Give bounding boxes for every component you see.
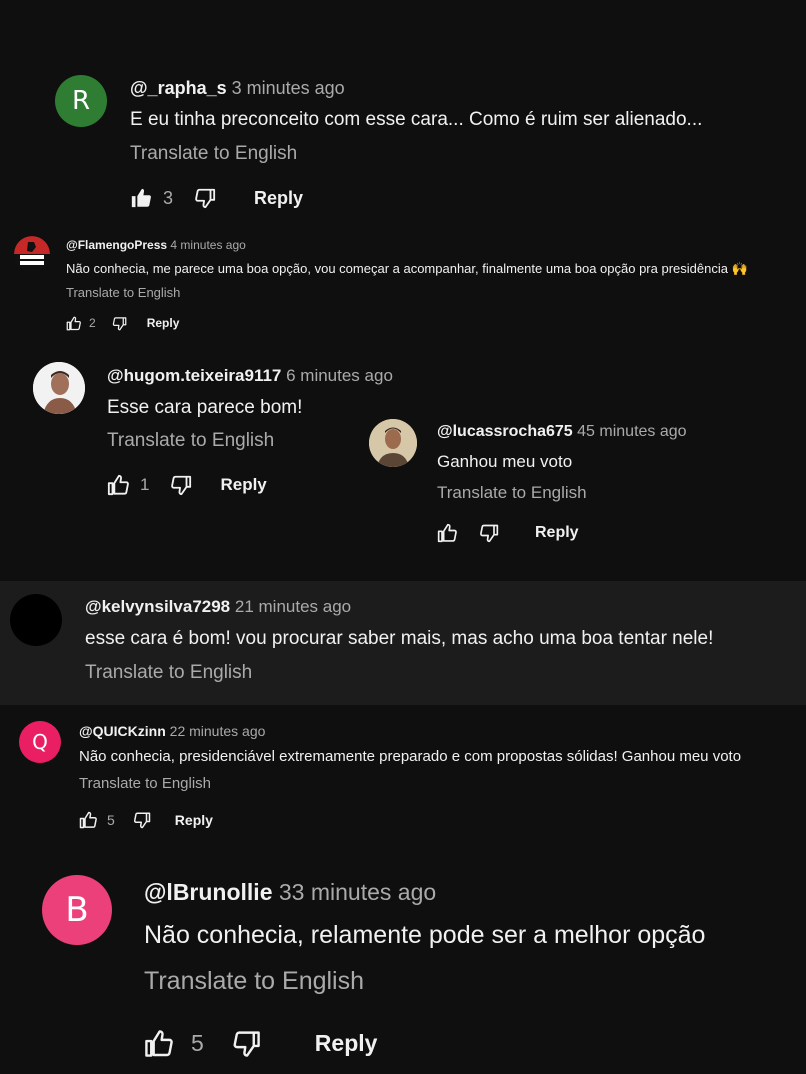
thumbs-down-icon <box>233 1030 260 1057</box>
thumbs-up-icon <box>107 474 129 496</box>
translate-link[interactable]: Translate to English <box>85 662 252 684</box>
comment-author[interactable]: @QUICKzinn <box>79 723 166 739</box>
reply-button[interactable]: Reply <box>254 188 303 209</box>
reply-button[interactable]: Reply <box>315 1030 378 1057</box>
thumbs-down-icon <box>480 524 499 543</box>
profile-photo <box>369 419 417 467</box>
comment-author[interactable]: @kelvynsilva7298 <box>85 597 230 616</box>
comment-timestamp[interactable]: 21 minutes ago <box>235 597 351 616</box>
translate-link[interactable]: Translate to English <box>144 967 364 996</box>
reply-button[interactable]: Reply <box>220 475 266 495</box>
translate-link[interactable]: Translate to English <box>130 143 297 165</box>
thumbs-down-icon <box>171 475 192 496</box>
translate-link[interactable]: Translate to English <box>79 775 211 792</box>
like-button[interactable] <box>79 811 97 829</box>
comment-text: esse cara é bom! vou procurar saber mais… <box>85 628 714 649</box>
avatar[interactable]: B <box>42 875 112 945</box>
like-count: 2 <box>89 316 96 330</box>
like-button[interactable] <box>107 474 129 496</box>
translate-link[interactable]: Translate to English <box>437 483 587 503</box>
like-button[interactable] <box>144 1029 173 1058</box>
thumbs-up-icon <box>131 188 151 208</box>
comment-text: Ganhou meu voto <box>437 452 573 471</box>
dislike-button[interactable] <box>112 316 127 331</box>
translate-link[interactable]: Translate to English <box>107 430 274 452</box>
thumbs-down-icon <box>195 188 216 209</box>
comment-timestamp[interactable]: 33 minutes ago <box>279 879 436 905</box>
dislike-button[interactable] <box>232 1029 261 1058</box>
avatar[interactable] <box>369 419 417 467</box>
like-count: 5 <box>107 811 115 828</box>
reply-button[interactable]: Reply <box>147 316 180 330</box>
comment-text: Esse cara parece bom! <box>107 397 303 418</box>
comment-text: Não conhecia, me parece uma boa opção, v… <box>66 261 748 276</box>
like-button[interactable] <box>437 523 457 543</box>
comment-timestamp[interactable]: 6 minutes ago <box>286 366 393 385</box>
like-count: 5 <box>191 1029 204 1056</box>
thumbs-up-icon <box>66 316 81 330</box>
like-count: 3 <box>163 187 174 208</box>
avatar[interactable] <box>33 362 85 414</box>
comment-text: Não conhecia, presidenciável extremament… <box>79 748 742 765</box>
thumbs-up-icon <box>79 811 97 828</box>
dislike-button[interactable] <box>479 523 499 543</box>
dislike-button[interactable] <box>170 474 192 496</box>
avatar[interactable] <box>10 594 62 646</box>
comment-text: Não conhecia, relamente pode ser a melho… <box>144 921 706 949</box>
dislike-button[interactable] <box>194 187 216 209</box>
comment-author[interactable]: @_rapha_s <box>130 78 227 98</box>
comment-timestamp[interactable]: 22 minutes ago <box>170 723 266 739</box>
like-count: 1 <box>140 475 150 494</box>
dislike-button[interactable] <box>133 811 151 829</box>
reply-button[interactable]: Reply <box>535 524 579 542</box>
translate-link[interactable]: Translate to English <box>66 285 180 300</box>
comment-author[interactable]: @lBrunollie <box>144 879 273 905</box>
comment-kelvynsilva: @kelvynsilva7298 21 minutes ago esse car… <box>0 581 806 705</box>
thumbs-up-icon <box>437 523 457 543</box>
flamengo-press-logo <box>14 236 50 272</box>
comment-author[interactable]: @lucassrocha675 <box>437 423 573 440</box>
comment-timestamp[interactable]: 3 minutes ago <box>232 78 345 98</box>
avatar[interactable]: Q <box>19 721 61 763</box>
comment-author[interactable]: @FlamengoPress <box>66 238 167 252</box>
avatar[interactable]: R <box>55 75 107 127</box>
like-button[interactable] <box>66 316 81 331</box>
like-button[interactable] <box>130 187 152 209</box>
comment-author[interactable]: @hugom.teixeira9117 <box>107 366 281 385</box>
comment-timestamp[interactable]: 45 minutes ago <box>577 423 686 440</box>
thumbs-up-icon <box>145 1029 173 1057</box>
comment-timestamp[interactable]: 4 minutes ago <box>170 238 245 252</box>
avatar[interactable] <box>14 236 50 272</box>
comment-text: E eu tinha preconceito com esse cara... … <box>130 109 703 130</box>
reply-button[interactable]: Reply <box>175 812 213 828</box>
thumbs-down-icon <box>112 316 127 330</box>
thumbs-down-icon <box>133 812 151 828</box>
profile-photo <box>33 362 85 414</box>
